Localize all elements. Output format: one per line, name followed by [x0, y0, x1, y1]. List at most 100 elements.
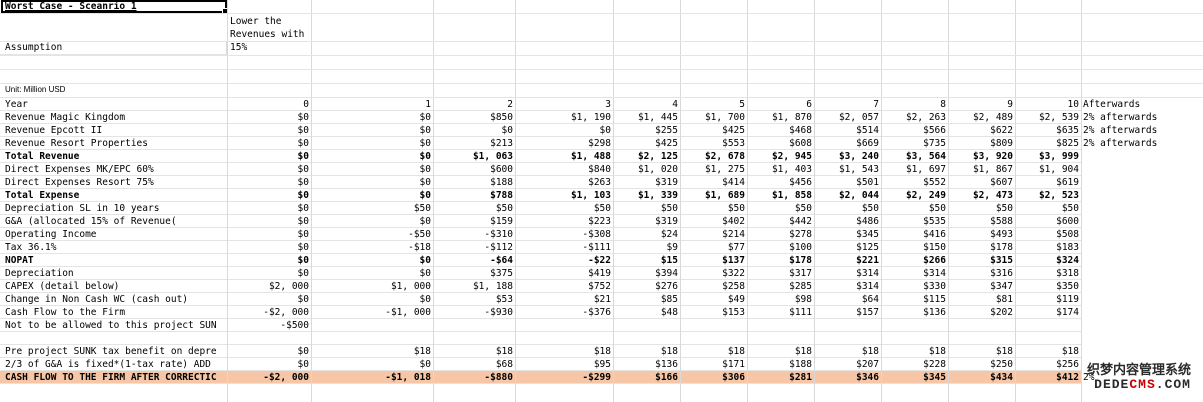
- value-cell[interactable]: $188: [434, 176, 516, 189]
- value-cell[interactable]: $607: [949, 176, 1016, 189]
- value-cell[interactable]: $1, 689: [681, 189, 748, 202]
- value-cell[interactable]: $1, 858: [748, 189, 815, 202]
- value-cell[interactable]: $100: [748, 241, 815, 254]
- row-label[interactable]: Not to be allowed to this project SUN: [0, 319, 228, 332]
- value-cell[interactable]: $50: [614, 202, 681, 215]
- value-cell[interactable]: $137: [681, 254, 748, 267]
- value-cell[interactable]: $18: [312, 345, 434, 358]
- value-cell[interactable]: 6: [748, 98, 815, 111]
- value-cell[interactable]: [614, 319, 681, 332]
- value-cell[interactable]: $0: [228, 215, 312, 228]
- value-cell[interactable]: $1, 904: [1016, 163, 1082, 176]
- value-cell[interactable]: -$376: [516, 306, 614, 319]
- value-cell[interactable]: $285: [748, 280, 815, 293]
- value-cell[interactable]: [516, 332, 614, 345]
- value-cell[interactable]: $456: [748, 176, 815, 189]
- value-cell[interactable]: $318: [1016, 267, 1082, 280]
- value-cell[interactable]: $412: [1016, 371, 1082, 384]
- value-cell[interactable]: $493: [949, 228, 1016, 241]
- value-cell[interactable]: $619: [1016, 176, 1082, 189]
- value-cell[interactable]: $18: [434, 345, 516, 358]
- value-cell[interactable]: $508: [1016, 228, 1082, 241]
- value-cell[interactable]: [882, 332, 949, 345]
- row-note[interactable]: [1083, 319, 1203, 332]
- value-cell[interactable]: $809: [949, 137, 1016, 150]
- value-cell[interactable]: $347: [949, 280, 1016, 293]
- row-note[interactable]: [1083, 280, 1203, 293]
- value-cell[interactable]: 1: [312, 98, 434, 111]
- value-cell[interactable]: $9: [614, 241, 681, 254]
- value-cell[interactable]: $50: [748, 202, 815, 215]
- row-note[interactable]: [1083, 241, 1203, 254]
- row-label[interactable]: Operating Income: [0, 228, 228, 241]
- row-note[interactable]: 2% afterwards: [1083, 111, 1203, 124]
- value-cell[interactable]: $319: [614, 176, 681, 189]
- value-cell[interactable]: $566: [882, 124, 949, 137]
- value-cell[interactable]: $50: [815, 202, 882, 215]
- value-cell[interactable]: $442: [748, 215, 815, 228]
- value-cell[interactable]: $825: [1016, 137, 1082, 150]
- row-label[interactable]: Revenue Epcott II: [0, 124, 228, 137]
- value-cell[interactable]: $18: [748, 345, 815, 358]
- value-cell[interactable]: $0: [228, 163, 312, 176]
- value-cell[interactable]: $0: [312, 215, 434, 228]
- value-cell[interactable]: $752: [516, 280, 614, 293]
- value-cell[interactable]: $316: [949, 267, 1016, 280]
- value-cell[interactable]: $0: [312, 293, 434, 306]
- value-cell[interactable]: [882, 319, 949, 332]
- value-cell[interactable]: -$1, 000: [312, 306, 434, 319]
- value-cell[interactable]: $0: [312, 267, 434, 280]
- value-cell[interactable]: $3, 564: [882, 150, 949, 163]
- value-cell[interactable]: $416: [882, 228, 949, 241]
- row-label[interactable]: Total Expense: [0, 189, 228, 202]
- value-cell[interactable]: $588: [949, 215, 1016, 228]
- value-cell[interactable]: -$2, 000: [228, 306, 312, 319]
- value-cell[interactable]: $98: [748, 293, 815, 306]
- value-cell[interactable]: $514: [815, 124, 882, 137]
- value-cell[interactable]: $669: [815, 137, 882, 150]
- value-cell[interactable]: $317: [748, 267, 815, 280]
- value-cell[interactable]: [748, 332, 815, 345]
- value-cell[interactable]: $3, 920: [949, 150, 1016, 163]
- value-cell[interactable]: $2, 539: [1016, 111, 1082, 124]
- value-cell[interactable]: -$299: [516, 371, 614, 384]
- value-cell[interactable]: $1, 339: [614, 189, 681, 202]
- value-cell[interactable]: -$18: [312, 241, 434, 254]
- value-cell[interactable]: $166: [614, 371, 681, 384]
- value-cell[interactable]: $24: [614, 228, 681, 241]
- value-cell[interactable]: $552: [882, 176, 949, 189]
- value-cell[interactable]: $174: [1016, 306, 1082, 319]
- value-cell[interactable]: $0: [228, 267, 312, 280]
- value-cell[interactable]: $21: [516, 293, 614, 306]
- row-note[interactable]: [1083, 150, 1203, 163]
- value-cell[interactable]: $276: [614, 280, 681, 293]
- value-cell[interactable]: $157: [815, 306, 882, 319]
- value-cell[interactable]: $345: [882, 371, 949, 384]
- value-cell[interactable]: $1, 867: [949, 163, 1016, 176]
- row-label[interactable]: Direct Expenses MK/EPC 60%: [0, 163, 228, 176]
- value-cell[interactable]: $223: [516, 215, 614, 228]
- value-cell[interactable]: -$50: [312, 228, 434, 241]
- value-cell[interactable]: $77: [681, 241, 748, 254]
- value-cell[interactable]: $314: [815, 267, 882, 280]
- value-cell[interactable]: $81: [949, 293, 1016, 306]
- value-cell[interactable]: [516, 319, 614, 332]
- value-cell[interactable]: $64: [815, 293, 882, 306]
- value-cell[interactable]: $468: [748, 124, 815, 137]
- value-cell[interactable]: $1, 403: [748, 163, 815, 176]
- value-cell[interactable]: $18: [949, 345, 1016, 358]
- value-cell[interactable]: -$2, 000: [228, 371, 312, 384]
- value-cell[interactable]: [312, 332, 434, 345]
- value-cell[interactable]: $256: [1016, 358, 1082, 371]
- value-cell[interactable]: $735: [882, 137, 949, 150]
- value-cell[interactable]: -$500: [228, 319, 312, 332]
- value-cell[interactable]: $0: [312, 254, 434, 267]
- value-cell[interactable]: $600: [434, 163, 516, 176]
- value-cell[interactable]: $255: [614, 124, 681, 137]
- value-cell[interactable]: $0: [228, 228, 312, 241]
- row-label[interactable]: G&A (allocated 15% of Revenue(: [0, 215, 228, 228]
- value-cell[interactable]: $298: [516, 137, 614, 150]
- value-cell[interactable]: [1016, 332, 1082, 345]
- row-label[interactable]: Depreciation SL in 10 years: [0, 202, 228, 215]
- value-cell[interactable]: $153: [681, 306, 748, 319]
